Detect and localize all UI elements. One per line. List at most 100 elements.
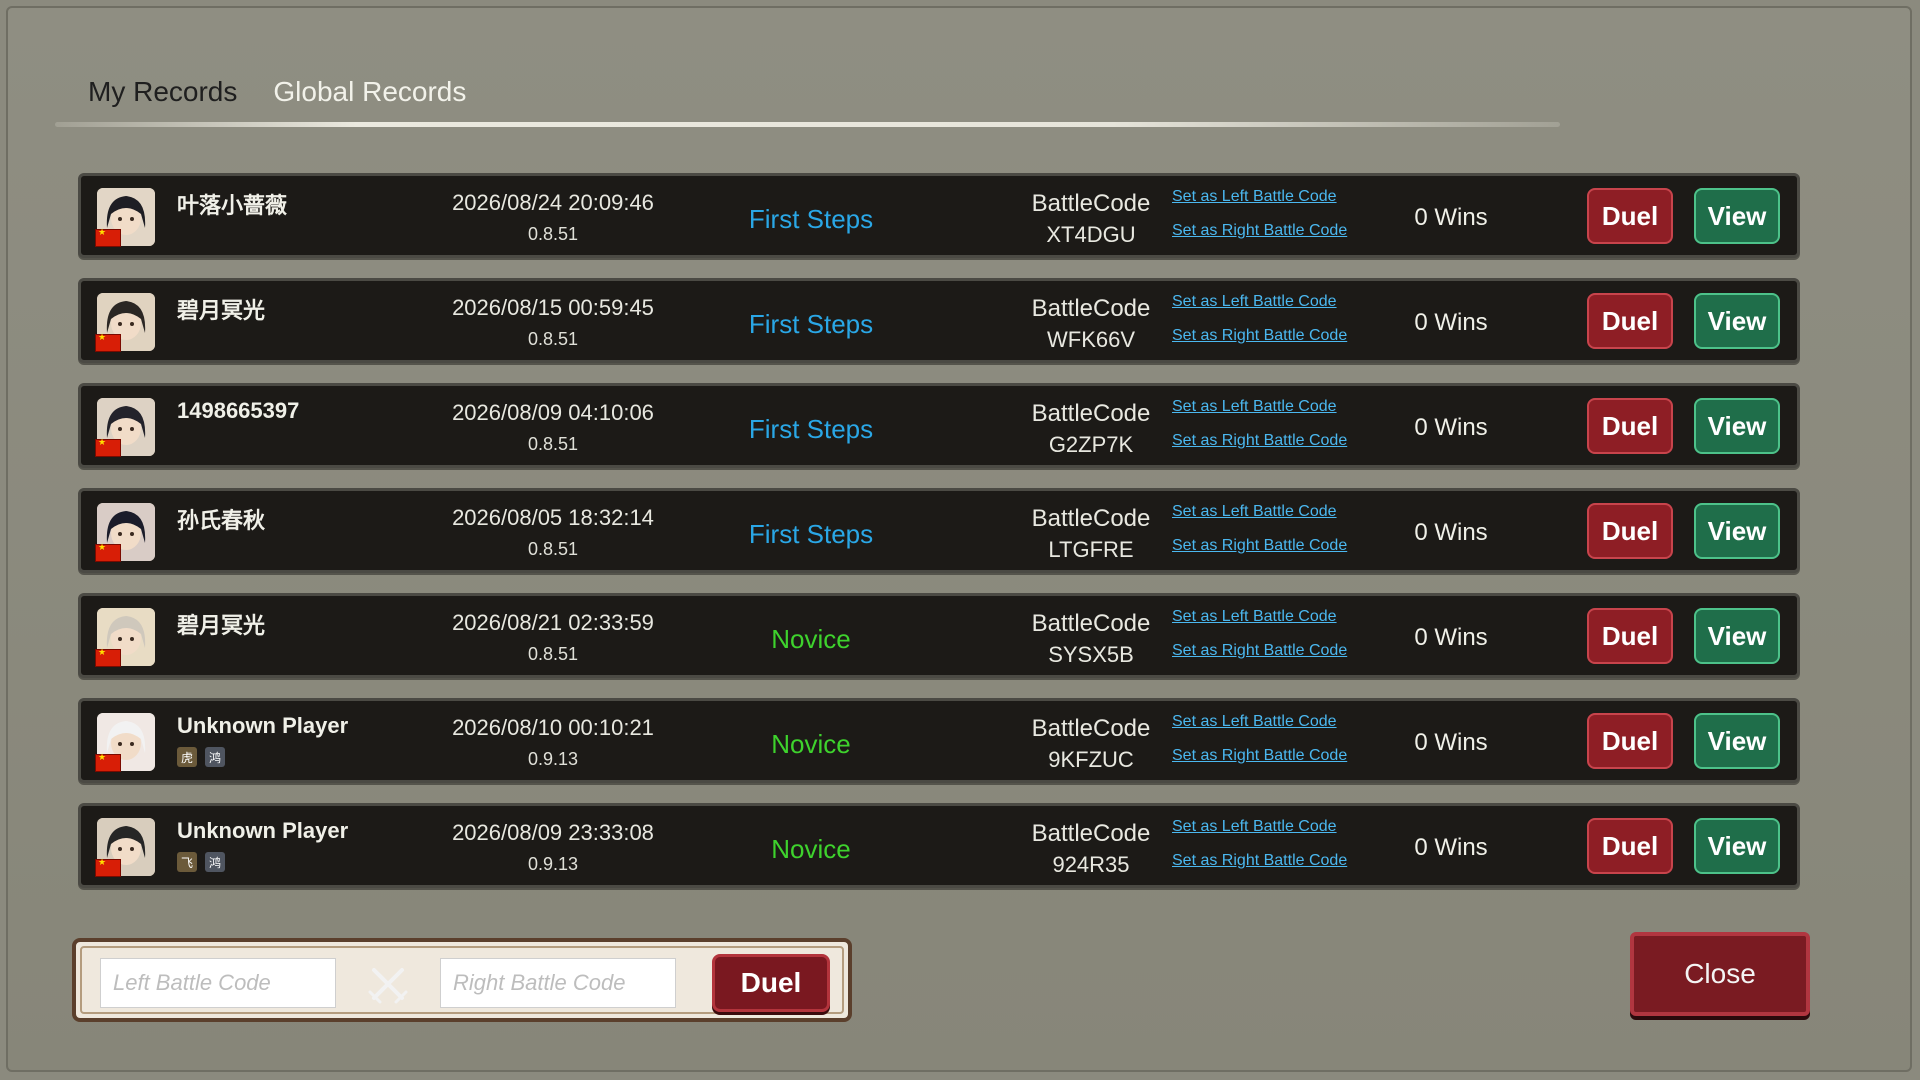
duel-button[interactable]: Duel bbox=[712, 954, 830, 1012]
game-version: 0.9.13 bbox=[527, 854, 579, 874]
set-left-battle-code-link[interactable]: Set as Left Battle Code bbox=[1172, 503, 1337, 521]
rank-label: First Steps bbox=[748, 309, 874, 339]
china-flag-icon bbox=[95, 752, 121, 772]
player-name: 碧月冥光 bbox=[177, 298, 266, 323]
record-row: 碧月冥光 2026/08/15 00:59:45 0.8.51 First Steps… bbox=[78, 278, 1800, 363]
set-left-battle-code-link[interactable]: Set as Left Battle Code bbox=[1172, 398, 1337, 416]
record-date: 2026/08/05 18:32:14 bbox=[452, 505, 654, 530]
player-name: Unknown Player bbox=[177, 818, 349, 843]
row-duel-button[interactable]: Duel bbox=[1587, 608, 1673, 664]
battle-code-label: BattleCode bbox=[1031, 505, 1151, 532]
row-view-button[interactable]: View bbox=[1694, 818, 1780, 874]
rank-label: First Steps bbox=[748, 519, 874, 549]
row-view-button[interactable]: View bbox=[1694, 713, 1780, 769]
hero-badge-icon: 鸿 bbox=[205, 852, 225, 872]
close-button[interactable]: Close bbox=[1630, 932, 1810, 1016]
game-version: 0.8.51 bbox=[527, 644, 579, 664]
record-row: 碧月冥光 2026/08/21 02:33:59 0.8.51 Novice Battl… bbox=[78, 593, 1800, 678]
row-duel-button[interactable]: Duel bbox=[1587, 188, 1673, 244]
record-date: 2026/08/10 00:10:21 bbox=[452, 715, 654, 740]
china-flag-icon bbox=[95, 647, 121, 667]
battle-code-label: BattleCode bbox=[1031, 610, 1151, 637]
player-name: 碧月冥光 bbox=[177, 613, 266, 638]
battle-code-label: BattleCode bbox=[1031, 295, 1151, 322]
rank-label: Novice bbox=[771, 834, 851, 864]
crossed-swords-icon bbox=[368, 968, 408, 1004]
china-flag-icon bbox=[95, 857, 121, 877]
row-duel-button[interactable]: Duel bbox=[1587, 503, 1673, 559]
row-duel-button[interactable]: Duel bbox=[1587, 818, 1673, 874]
row-duel-button[interactable]: Duel bbox=[1587, 293, 1673, 349]
row-view-button[interactable]: View bbox=[1694, 608, 1780, 664]
game-version: 0.9.13 bbox=[527, 749, 579, 769]
row-view-button[interactable]: View bbox=[1694, 503, 1780, 559]
wins-count: 0 Wins bbox=[1414, 204, 1488, 231]
set-right-battle-code-link[interactable]: Set as Right Battle Code bbox=[1172, 537, 1347, 555]
hero-badge-icon: 鸿 bbox=[205, 747, 225, 767]
china-flag-icon bbox=[95, 437, 121, 457]
row-duel-button[interactable]: Duel bbox=[1587, 398, 1673, 454]
set-left-battle-code-link[interactable]: Set as Left Battle Code bbox=[1172, 188, 1337, 206]
set-left-battle-code-link[interactable]: Set as Left Battle Code bbox=[1172, 818, 1337, 836]
record-date: 2026/08/24 20:09:46 bbox=[452, 190, 654, 215]
set-right-battle-code-link[interactable]: Set as Right Battle Code bbox=[1172, 327, 1347, 345]
tab-my-records[interactable]: My Records bbox=[88, 72, 237, 112]
game-version: 0.8.51 bbox=[527, 539, 579, 559]
left-battle-code-input[interactable] bbox=[100, 958, 336, 1008]
player-name: 孙氏春秋 bbox=[177, 508, 266, 533]
tab-divider bbox=[55, 122, 1560, 127]
battle-code-label: BattleCode bbox=[1031, 400, 1151, 427]
set-right-battle-code-link[interactable]: Set as Right Battle Code bbox=[1172, 852, 1347, 870]
game-version: 0.8.51 bbox=[527, 434, 579, 454]
china-flag-icon bbox=[95, 227, 121, 247]
record-date: 2026/08/15 00:59:45 bbox=[452, 295, 654, 320]
game-version: 0.8.51 bbox=[527, 224, 579, 244]
china-flag-icon bbox=[95, 332, 121, 352]
record-date: 2026/08/09 04:10:06 bbox=[452, 400, 654, 425]
hero-badge-icon: 飞 bbox=[177, 852, 197, 872]
set-right-battle-code-link[interactable]: Set as Right Battle Code bbox=[1172, 747, 1347, 765]
set-right-battle-code-link[interactable]: Set as Right Battle Code bbox=[1172, 222, 1347, 240]
row-view-button[interactable]: View bbox=[1694, 188, 1780, 244]
battle-code-value: XT4DGU bbox=[1046, 222, 1136, 247]
battle-code-label: BattleCode bbox=[1031, 190, 1151, 217]
set-left-battle-code-link[interactable]: Set as Left Battle Code bbox=[1172, 293, 1337, 311]
set-left-battle-code-link[interactable]: Set as Left Battle Code bbox=[1172, 713, 1337, 731]
record-row: 叶落小蔷薇 2026/08/24 20:09:46 0.8.51 First Step… bbox=[78, 173, 1800, 258]
tab-global-records[interactable]: Global Records bbox=[273, 72, 466, 112]
wins-count: 0 Wins bbox=[1414, 309, 1488, 336]
battle-code-value: G2ZP7K bbox=[1048, 432, 1134, 457]
row-duel-button[interactable]: Duel bbox=[1587, 713, 1673, 769]
battle-code-label: BattleCode bbox=[1031, 820, 1151, 847]
player-name: Unknown Player bbox=[177, 713, 349, 738]
record-date: 2026/08/09 23:33:08 bbox=[452, 820, 654, 845]
rank-label: First Steps bbox=[748, 414, 874, 444]
set-right-battle-code-link[interactable]: Set as Right Battle Code bbox=[1172, 642, 1347, 660]
hero-badges: 飞鸿 bbox=[177, 852, 225, 872]
row-view-button[interactable]: View bbox=[1694, 293, 1780, 349]
china-flag-icon bbox=[95, 542, 121, 562]
right-battle-code-input[interactable] bbox=[440, 958, 676, 1008]
row-view-button[interactable]: View bbox=[1694, 398, 1780, 454]
record-date: 2026/08/21 02:33:59 bbox=[452, 610, 654, 635]
hero-badges: 虎鸿 bbox=[177, 747, 225, 767]
tab-bar: My Records Global Records bbox=[88, 72, 466, 112]
wins-count: 0 Wins bbox=[1414, 519, 1488, 546]
rank-label: First Steps bbox=[748, 204, 874, 234]
rank-label: Novice bbox=[771, 624, 851, 654]
player-name: 1498665397 bbox=[177, 398, 300, 423]
game-version: 0.8.51 bbox=[527, 329, 579, 349]
record-row: Unknown Player 虎鸿 2026/08/10 00:10:21 0.9.1… bbox=[78, 698, 1800, 783]
battle-code-value: 9KFZUC bbox=[1048, 747, 1134, 772]
set-right-battle-code-link[interactable]: Set as Right Battle Code bbox=[1172, 432, 1347, 450]
battle-code-label: BattleCode bbox=[1031, 715, 1151, 742]
wins-count: 0 Wins bbox=[1414, 729, 1488, 756]
battle-code-value: 924R35 bbox=[1052, 852, 1130, 877]
records-list: 叶落小蔷薇 2026/08/24 20:09:46 0.8.51 First Step… bbox=[78, 173, 1800, 908]
duel-bar: Duel bbox=[72, 938, 852, 1022]
rank-label: Novice bbox=[771, 729, 851, 759]
record-row: Unknown Player 飞鸿 2026/08/09 23:33:08 0.9.1… bbox=[78, 803, 1800, 888]
player-name: 叶落小蔷薇 bbox=[177, 193, 288, 218]
set-left-battle-code-link[interactable]: Set as Left Battle Code bbox=[1172, 608, 1337, 626]
battle-code-value: LTGFRE bbox=[1048, 537, 1134, 562]
